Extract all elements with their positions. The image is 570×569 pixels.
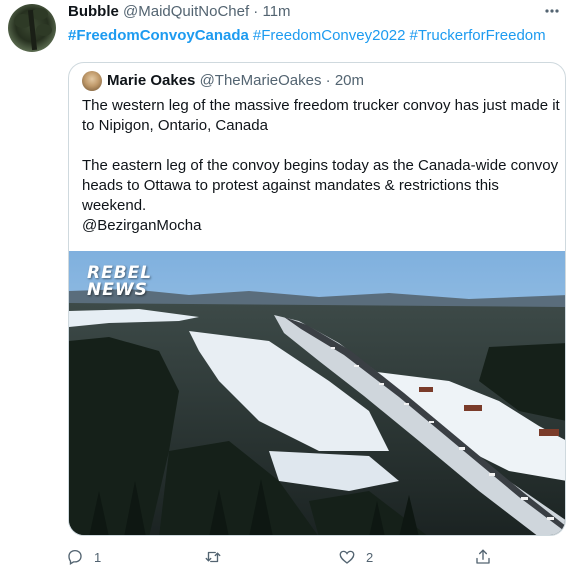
author-name[interactable]: Bubble [68,3,119,20]
hashtag-link[interactable]: #FreedomConvey2022 [253,27,406,44]
quoted-author-avatar[interactable] [82,71,102,91]
tweet-header: Bubble @MaidQuitNoChef · 11m [68,2,291,22]
quoted-time[interactable]: 20m [335,72,364,89]
quoted-tweet-text: The western leg of the massive freedom t… [82,96,562,236]
media-image[interactable]: REBEL NEWS [69,251,565,535]
quoted-paragraph: The eastern leg of the convoy begins tod… [82,157,559,214]
quoted-tweet-card[interactable]: Marie Oakes @TheMarieOakes · 20m The wes… [68,62,566,536]
quoted-separator: · [325,72,331,89]
reply-count: 1 [94,549,102,565]
quoted-author-handle[interactable]: @TheMarieOakes [200,72,322,89]
share-icon [476,549,490,564]
hashtag-line: #FreedomConvoyCanada #FreedomConvey2022 #T… [68,26,550,46]
like-button[interactable]: 2 [338,546,373,568]
reply-button[interactable]: 1 [66,546,101,568]
quoted-paragraph: The western leg of the massive freedom t… [82,97,560,134]
hashtag-link[interactable]: #TruckerforFreedom [409,27,545,44]
tweet-time[interactable]: 11m [262,3,290,20]
quoted-mention[interactable]: @BezirganMocha [82,216,562,236]
retweet-button[interactable] [204,546,232,568]
quoted-author-name[interactable]: Marie Oakes [107,72,195,89]
more-options-button[interactable] [538,2,566,22]
author-handle[interactable]: @MaidQuitNoChef [123,3,249,20]
more-icon [545,9,559,13]
reply-icon [68,549,82,565]
author-avatar[interactable] [8,4,56,52]
media-watermark-logo: REBEL NEWS [87,263,153,300]
share-button[interactable] [474,546,492,568]
quoted-tweet-header: Marie Oakes @TheMarieOakes · 20m [107,71,364,91]
like-icon [339,550,355,564]
retweet-icon [205,551,221,563]
hashtag-link[interactable]: #FreedomConvoyCanada [68,27,249,44]
like-count: 2 [366,549,374,565]
header-separator: · [253,3,259,20]
